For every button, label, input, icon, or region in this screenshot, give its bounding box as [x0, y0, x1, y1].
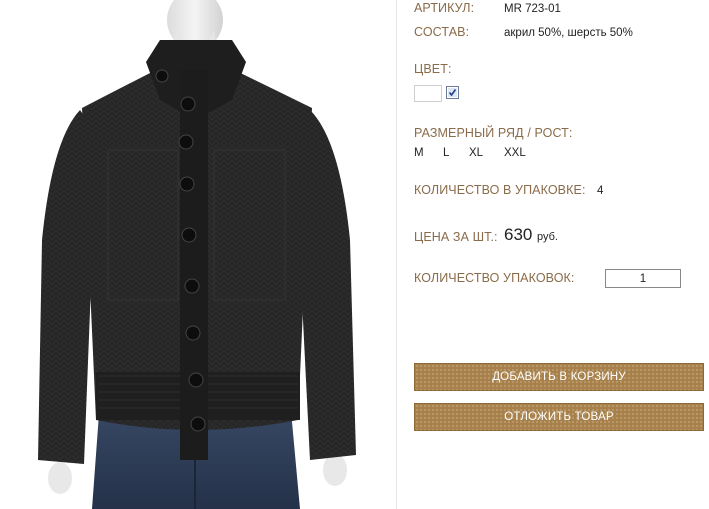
- pack-quantity-label: КОЛИЧЕСТВО В УПАКОВКЕ:: [414, 183, 586, 197]
- size-label: РАЗМЕРНЫЙ РЯД / РОСТ:: [414, 126, 573, 140]
- color-swatch[interactable]: [414, 85, 442, 102]
- pack-quantity-value: 4: [597, 185, 604, 197]
- price-label: ЦЕНА ЗА ШТ.:: [414, 230, 498, 244]
- size-option[interactable]: M: [414, 147, 424, 159]
- color-label: ЦВЕТ:: [414, 62, 452, 76]
- size-option[interactable]: XL: [469, 147, 483, 159]
- composition-label: СОСТАВ:: [414, 25, 470, 39]
- sweater-image: [38, 0, 356, 509]
- product-photo: [0, 0, 397, 509]
- composition-value: акрил 50%, шерсть 50%: [504, 27, 633, 39]
- packs-quantity-input[interactable]: [605, 269, 681, 288]
- checkbox-checked-icon[interactable]: [446, 86, 459, 99]
- postpone-item-button[interactable]: ОТЛОЖИТЬ ТОВАР: [414, 403, 704, 431]
- article-value: MR 723-01: [504, 3, 561, 15]
- article-label: АРТИКУЛ:: [414, 1, 475, 15]
- size-option[interactable]: L: [443, 147, 449, 159]
- size-option[interactable]: XXL: [504, 147, 526, 159]
- add-to-cart-button[interactable]: ДОБАВИТЬ В КОРЗИНУ: [414, 363, 704, 391]
- price-currency: руб.: [537, 231, 558, 243]
- price-value: 630: [504, 225, 533, 244]
- packs-quantity-label: КОЛИЧЕСТВО УПАКОВОК:: [414, 271, 575, 285]
